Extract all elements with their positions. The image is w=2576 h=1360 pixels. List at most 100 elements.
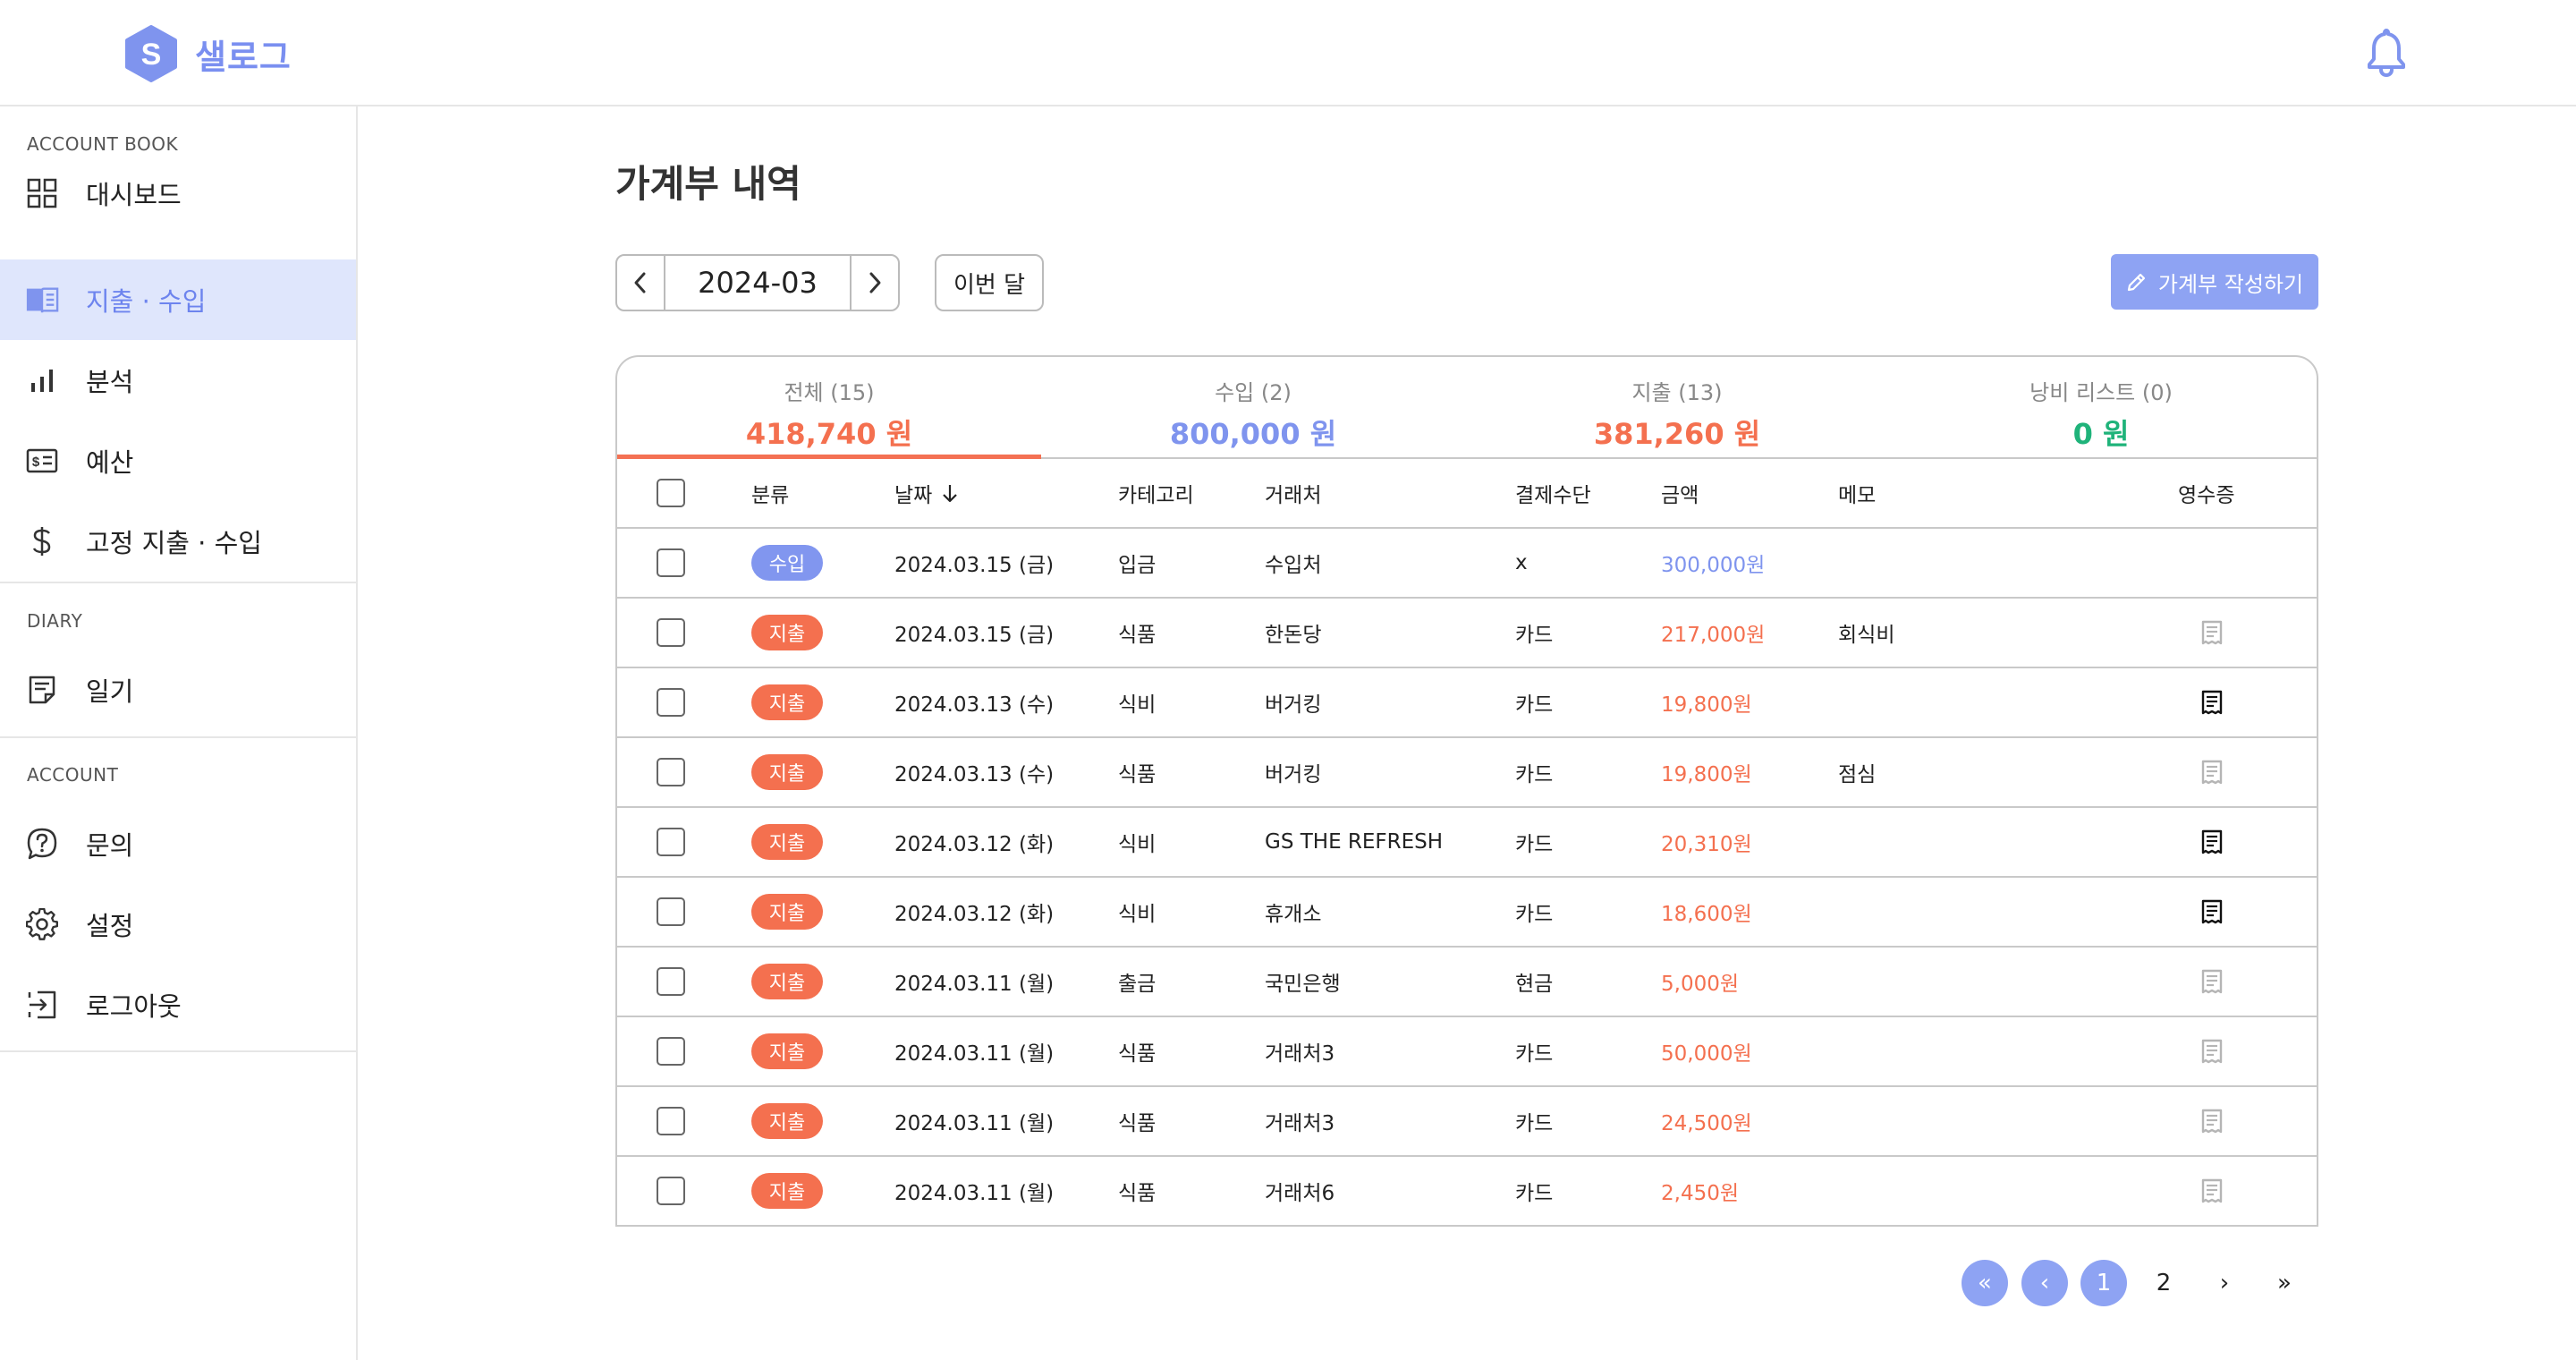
column-header-category[interactable]: 카테고리 [1118, 459, 1194, 527]
receipt-icon[interactable] [2200, 948, 2224, 1016]
top-bar: S 샐로그 [0, 0, 2576, 106]
type-badge: 지출 [751, 1103, 823, 1139]
row-checkbox[interactable] [657, 1157, 685, 1225]
receipt-icon[interactable] [2200, 878, 2224, 946]
table-row[interactable]: 지출 2024.03.11 (월) 출금 국민은행 현금 5,000원 [617, 948, 2317, 1017]
type-badge: 수입 [751, 545, 823, 581]
category-cell: 식품 [1118, 1112, 1157, 1135]
prev-month-button[interactable] [617, 256, 665, 310]
merchant-cell: GS THE REFRESH [1265, 830, 1444, 854]
last-page-button[interactable]: » [2261, 1260, 2308, 1306]
receipt-icon[interactable] [2200, 668, 2224, 736]
row-checkbox[interactable] [657, 738, 685, 806]
checkbox-box [657, 548, 685, 577]
summary-tab[interactable]: 전체 (15) 418,740 원 [617, 357, 1041, 459]
column-header-merchant[interactable]: 거래처 [1265, 459, 1321, 527]
sidebar-item-expense-income[interactable]: 지출 · 수입 [0, 259, 356, 340]
receipt-icon[interactable] [2200, 1157, 2224, 1225]
row-checkbox[interactable] [657, 1087, 685, 1155]
summary-tab-amount: 800,000 원 [1169, 417, 1337, 451]
logo-letter: S [141, 38, 162, 72]
sidebar-item-label: 예산 [86, 447, 134, 478]
sidebar-item-analysis[interactable]: 분석 [0, 340, 356, 421]
receipt-icon[interactable] [2200, 1087, 2224, 1155]
row-checkbox[interactable] [657, 529, 685, 597]
type-cell: 지출 [751, 1017, 823, 1085]
summary-tab-amount: 0 원 [2072, 417, 2130, 451]
type-badge: 지출 [751, 1173, 823, 1209]
column-header-date-label: 날짜 [894, 484, 933, 507]
amount-cell: 20,310원 [1661, 833, 1752, 856]
current-month: 2024-03 [698, 266, 818, 300]
bell-icon[interactable] [2364, 27, 2409, 77]
gear-icon [25, 907, 59, 941]
type-badge: 지출 [751, 894, 823, 930]
receipt-icon[interactable] [2200, 808, 2224, 876]
column-header-amount[interactable]: 금액 [1661, 459, 1699, 527]
first-page-button[interactable]: « [1962, 1260, 2008, 1306]
note-icon [25, 673, 59, 707]
prev-page-button[interactable]: ‹ [2021, 1260, 2068, 1306]
page-2-button[interactable]: 2 [2140, 1260, 2187, 1306]
logo[interactable]: S 샐로그 [123, 25, 292, 82]
checkbox-box [657, 1107, 685, 1135]
table-row[interactable]: 지출 2024.03.11 (월) 식품 거래처6 카드 2,450원 [617, 1157, 2317, 1225]
merchant-cell: 수입처 [1265, 554, 1322, 577]
write-entry-button[interactable]: 가계부 작성하기 [2111, 254, 2318, 310]
table-row[interactable]: 지출 2024.03.12 (화) 식비 GS THE REFRESH 카드 20,310… [617, 808, 2317, 878]
sidebar-item-label: 로그아웃 [86, 991, 182, 1022]
receipt-icon[interactable] [2200, 599, 2224, 667]
type-badge: 지출 [751, 754, 823, 790]
next-month-button[interactable] [850, 256, 898, 310]
memo-cell: 회식비 [1838, 624, 1895, 647]
column-header-memo[interactable]: 메모 [1838, 459, 1876, 527]
row-checkbox[interactable] [657, 1017, 685, 1085]
column-header-date[interactable]: 날짜 [894, 459, 961, 527]
sidebar-item-diary[interactable]: 일기 [0, 650, 356, 730]
type-cell: 수입 [751, 529, 823, 597]
sidebar: ACCOUNT BOOK 대시보드 지출 · 수입 분석 $ 예산 고정 지출 … [0, 106, 358, 1360]
pencil-icon [2127, 273, 2145, 292]
sidebar-item-fixed[interactable]: 고정 지출 · 수입 [0, 501, 356, 582]
sidebar-item-inquiry[interactable]: 문의 [0, 803, 356, 884]
sidebar-item-budget[interactable]: $ 예산 [0, 421, 356, 501]
sidebar-item-dashboard[interactable]: 대시보드 [0, 153, 356, 234]
table-row[interactable]: 지출 2024.03.11 (월) 식품 거래처3 카드 24,500원 [617, 1087, 2317, 1157]
type-cell: 지출 [751, 599, 823, 667]
row-checkbox[interactable] [657, 808, 685, 876]
table-row[interactable]: 지출 2024.03.13 (수) 식품 버거킹 카드 19,800원 점심 [617, 738, 2317, 808]
date-cell: 2024.03.11 (월) [894, 1182, 1055, 1205]
table-row[interactable]: 지출 2024.03.12 (화) 식비 휴개소 카드 18,600원 [617, 878, 2317, 948]
row-checkbox[interactable] [657, 878, 685, 946]
select-all-checkbox[interactable] [657, 459, 685, 527]
page-1-button[interactable]: 1 [2080, 1260, 2127, 1306]
table-row[interactable]: 지출 2024.03.13 (수) 식비 버거킹 카드 19,800원 [617, 668, 2317, 738]
summary-tab[interactable]: 지출 (13) 381,260 원 [1465, 357, 1889, 457]
sidebar-item-logout[interactable]: 로그아웃 [0, 965, 356, 1045]
sidebar-item-settings[interactable]: 설정 [0, 884, 356, 965]
merchant-cell: 거래처6 [1265, 1182, 1335, 1205]
summary-tab[interactable]: 수입 (2) 800,000 원 [1041, 357, 1465, 457]
row-checkbox[interactable] [657, 599, 685, 667]
receipt-icon[interactable] [2200, 738, 2224, 806]
table-row[interactable]: 수입 2024.03.15 (금) 입금 수입처 x 300,000원 [617, 529, 2317, 599]
book-icon [25, 283, 59, 317]
table-row[interactable]: 지출 2024.03.11 (월) 식품 거래처3 카드 50,000원 [617, 1017, 2317, 1087]
amount-cell: 50,000원 [1661, 1042, 1752, 1066]
table-row[interactable]: 지출 2024.03.15 (금) 식품 한돈당 카드 217,000원 회식비 [617, 599, 2317, 668]
this-month-button[interactable]: 이번 달 [935, 254, 1044, 311]
type-badge: 지출 [751, 964, 823, 999]
row-checkbox[interactable] [657, 948, 685, 1016]
receipt-icon[interactable] [2200, 1017, 2224, 1085]
next-page-button[interactable]: › [2201, 1260, 2248, 1306]
column-header-type[interactable]: 분류 [751, 459, 789, 527]
sidebar-item-label: 문의 [86, 830, 134, 861]
date-cell: 2024.03.13 (수) [894, 763, 1055, 786]
column-header-payment[interactable]: 결제수단 [1515, 459, 1591, 527]
amount-cell: 300,000원 [1661, 554, 1766, 577]
row-checkbox[interactable] [657, 668, 685, 736]
grid-icon [25, 176, 59, 210]
summary-tab[interactable]: 낭비 리스트 (0) 0 원 [1889, 357, 2313, 457]
type-badge: 지출 [751, 1033, 823, 1069]
column-header-receipt[interactable]: 영수증 [2178, 459, 2234, 527]
